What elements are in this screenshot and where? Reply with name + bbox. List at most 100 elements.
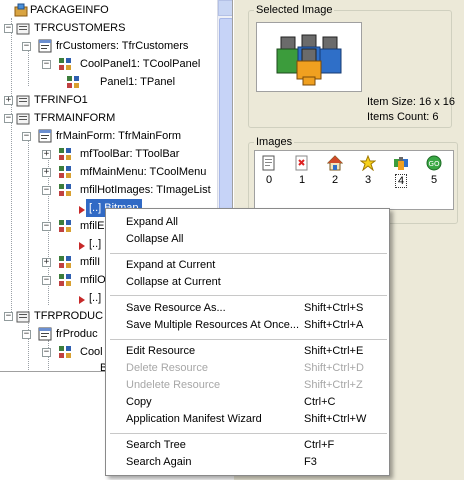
collapse-icon[interactable]: − — [42, 348, 51, 357]
menu-item-collapse-at-current[interactable]: Collapse at Current — [107, 274, 388, 291]
menu-item-label: Expand All — [126, 216, 178, 228]
menu-item-label: Collapse at Current — [126, 276, 221, 288]
component-icon — [58, 147, 72, 161]
tree-node[interactable]: − CoolPanel1: TCoolPanel — [0, 55, 215, 73]
tree-node-label: frProduc — [56, 328, 98, 340]
tree-node[interactable]: − frCustomers: TfrCustomers — [0, 37, 215, 55]
context-menu: Expand All Collapse All Expand at Curren… — [105, 208, 390, 476]
component-icon — [58, 273, 72, 287]
form-icon — [38, 129, 52, 143]
menu-item-label: Application Manifest Wizard — [126, 413, 262, 425]
tree-node-label: TFRMAINFORM — [34, 112, 116, 124]
users-icon — [275, 31, 343, 90]
menu-item-edit-resource[interactable]: Edit Resource Shift+Ctrl+E — [107, 343, 388, 360]
menu-item-save-multiple-resources[interactable]: Save Multiple Resources At Once... Shift… — [107, 317, 388, 334]
menu-separator — [110, 433, 387, 434]
collapse-icon[interactable]: − — [4, 24, 13, 33]
item-size-text: Item Size: 16 x 16 — [367, 96, 456, 108]
menu-item-copy[interactable]: Copy Ctrl+C — [107, 394, 388, 411]
tree-node[interactable]: PACKAGEINFO — [0, 1, 215, 19]
menu-item-search-tree[interactable]: Search Tree Ctrl+F — [107, 437, 388, 454]
menu-item-shortcut: Shift+Ctrl+W — [304, 413, 367, 425]
tree-node[interactable]: + mfToolBar: TToolBar — [0, 145, 215, 163]
tree-node-label: mfilI — [80, 256, 101, 268]
tree-node[interactable]: + mfMainMenu: TCoolMenu — [0, 163, 215, 181]
tree-node-label: mfToolBar: TToolBar — [80, 148, 180, 160]
folder-icon — [16, 21, 30, 35]
collapse-icon[interactable]: − — [42, 186, 51, 195]
tree-node[interactable]: − mfilHotImages: TImageList — [0, 181, 215, 199]
collapse-icon[interactable]: − — [42, 222, 51, 231]
menu-item-label: Expand at Current — [126, 259, 216, 271]
tree-node[interactable]: − frMainForm: TfrMainForm — [0, 127, 215, 145]
tree-node-label: mfilO — [80, 274, 106, 286]
tree-node[interactable]: + TFRINFO1 — [0, 91, 215, 109]
menu-item-label: Search Again — [126, 456, 192, 468]
tree-node[interactable]: Panel1: TPanel — [0, 73, 215, 91]
image-item-0[interactable]: 0 — [259, 155, 279, 186]
menu-item-label: Copy — [126, 396, 152, 408]
tree-node[interactable]: − TFRCUSTOMERS — [0, 19, 215, 37]
image-index-label: 4 — [394, 174, 408, 188]
menu-item-label: Delete Resource — [126, 362, 208, 374]
menu-item-label: Save Resource As... — [126, 302, 226, 314]
image-index-label: 5 — [430, 174, 438, 186]
tree-node-label: TFRINFO1 — [34, 94, 88, 106]
go-icon: GO — [426, 155, 442, 171]
component-icon — [58, 219, 72, 233]
menu-item-expand-all[interactable]: Expand All — [107, 214, 388, 231]
image-item-3[interactable]: 3 — [358, 154, 378, 186]
users-icon — [393, 155, 409, 171]
menu-item-save-resource-as[interactable]: Save Resource As... Shift+Ctrl+S — [107, 300, 388, 317]
collapse-icon[interactable]: − — [4, 114, 13, 123]
menu-item-shortcut: Shift+Ctrl+A — [304, 319, 364, 331]
menu-item-application-manifest-wizard[interactable]: Application Manifest Wizard Shift+Ctrl+W — [107, 411, 388, 428]
menu-item-shortcut: Shift+Ctrl+S — [304, 302, 364, 314]
component-icon — [58, 255, 72, 269]
form-icon — [38, 39, 52, 53]
tree-node-label: TFRPRODUC — [34, 310, 104, 322]
image-item-2[interactable]: 2 — [325, 155, 345, 186]
tree-node-label: frMainForm: TfrMainForm — [56, 130, 182, 142]
image-item-1[interactable]: 1 — [292, 155, 312, 186]
expand-icon[interactable]: + — [42, 168, 51, 177]
selected-image-title: Selected Image — [254, 4, 335, 16]
image-item-4[interactable]: 4 — [391, 155, 411, 188]
menu-item-expand-at-current[interactable]: Expand at Current — [107, 257, 388, 274]
menu-item-label: Collapse All — [126, 233, 184, 245]
collapse-icon[interactable]: − — [22, 42, 31, 51]
menu-item-undelete-resource: Undelete Resource Shift+Ctrl+Z — [107, 377, 388, 394]
collapse-icon[interactable]: − — [22, 132, 31, 141]
scroll-up-button[interactable] — [218, 0, 232, 16]
collapse-icon[interactable]: − — [22, 330, 31, 339]
collapse-icon[interactable]: − — [4, 312, 13, 321]
component-icon — [58, 165, 72, 179]
form-icon — [38, 327, 52, 341]
component-icon — [58, 57, 72, 71]
selected-image-preview — [256, 22, 362, 92]
image-index-label: 2 — [331, 174, 339, 186]
expand-icon[interactable]: + — [42, 258, 51, 267]
document-icon — [261, 155, 277, 171]
tree-node[interactable]: − TFRMAINFORM — [0, 109, 215, 127]
collapse-icon[interactable]: − — [42, 276, 51, 285]
tree-node-label: Panel1: TPanel — [100, 76, 176, 88]
menu-separator — [110, 339, 387, 340]
package-icon — [14, 3, 28, 17]
images-list[interactable]: 0 1 2 3 4 GO 5 — [254, 150, 454, 210]
folder-icon — [16, 309, 30, 323]
expand-icon[interactable]: + — [42, 150, 51, 159]
expand-icon[interactable]: + — [4, 96, 13, 105]
menu-item-shortcut: F3 — [304, 456, 317, 468]
menu-item-shortcut: Ctrl+C — [304, 396, 336, 408]
image-item-5[interactable]: GO 5 — [424, 155, 444, 186]
menu-item-shortcut: Ctrl+F — [304, 439, 335, 451]
tree-node-label: frCustomers: TfrCustomers — [56, 40, 189, 52]
menu-item-collapse-all[interactable]: Collapse All — [107, 231, 388, 248]
menu-item-search-again[interactable]: Search Again F3 — [107, 454, 388, 471]
menu-item-label: Save Multiple Resources At Once... — [126, 319, 300, 331]
collapse-icon[interactable]: − — [42, 60, 51, 69]
images-title: Images — [254, 136, 295, 148]
items-count-text: Items Count: 6 — [367, 111, 439, 123]
svg-text:GO: GO — [429, 160, 440, 168]
